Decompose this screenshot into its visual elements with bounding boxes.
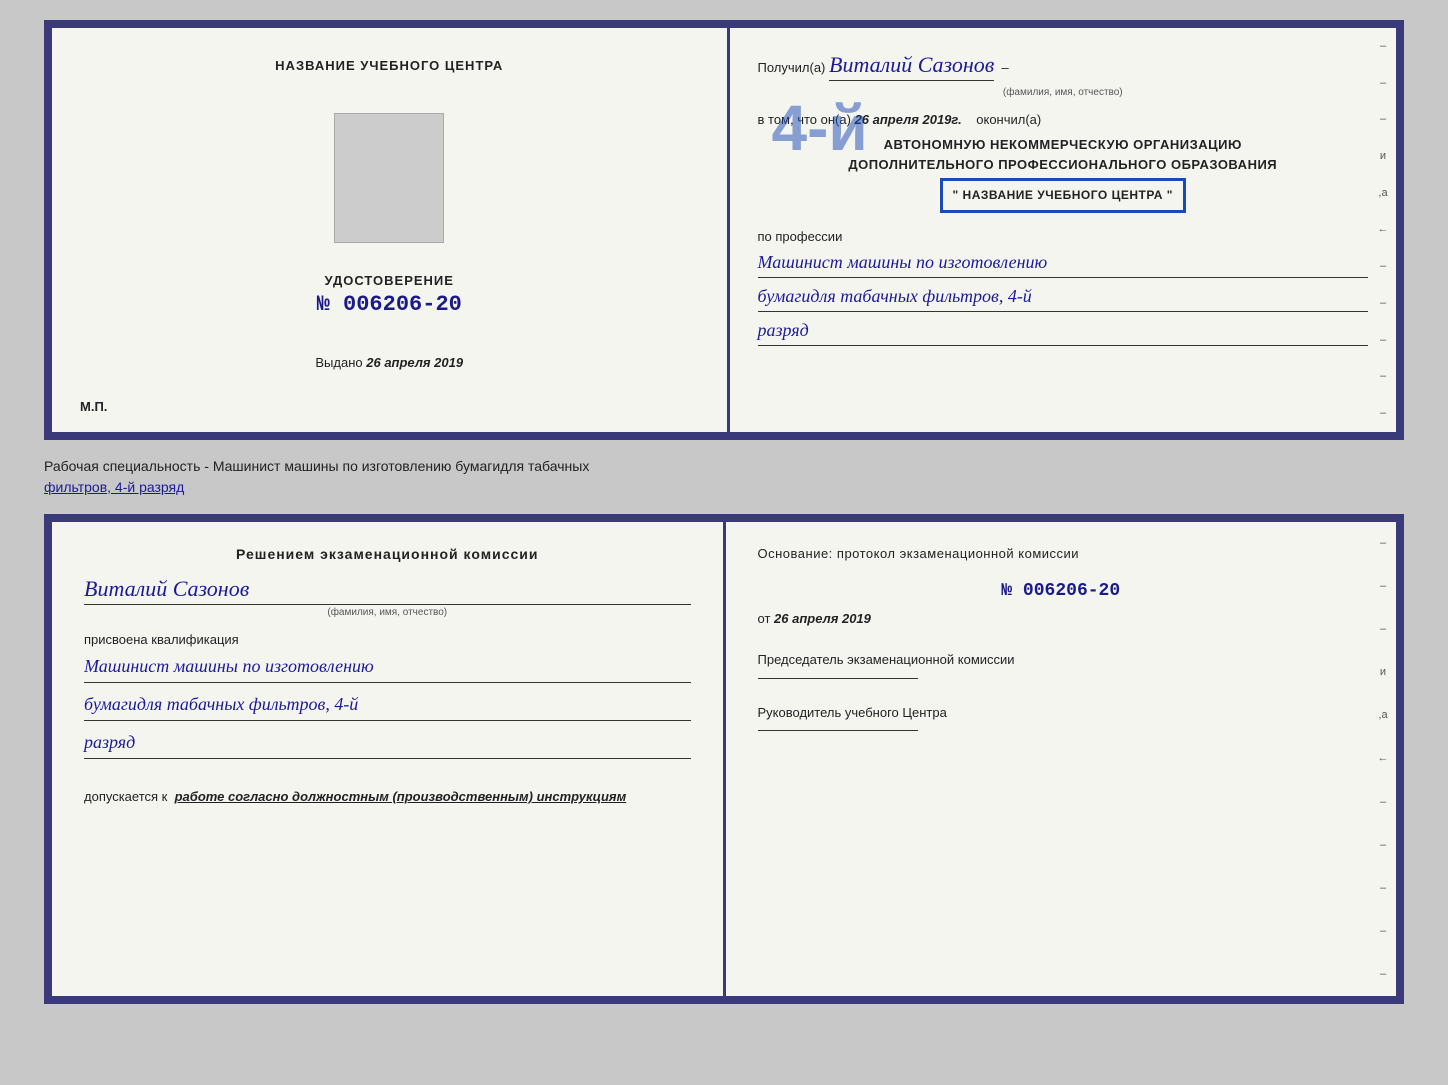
bottom-right-dashes: – – – и ,а ← – – – – – (1376, 522, 1390, 996)
vydano-prefix: Выдано (315, 355, 362, 370)
cert-top-left: НАЗВАНИЕ УЧЕБНОГО ЦЕНТРА УДОСТОВЕРЕНИЕ №… (52, 28, 727, 432)
poluchil-prefix: Получил(а) (758, 60, 826, 75)
vydano-date: 26 апреля 2019 (366, 355, 463, 370)
udost-label: УДОСТОВЕРЕНИЕ (325, 273, 454, 288)
dopusk-italic: работе согласно должностным (производств… (175, 789, 627, 804)
poluchil-line: Получил(а) Виталий Сазонов – (758, 52, 1369, 81)
udost-number: № 006206-20 (317, 292, 462, 317)
stamp-title: " НАЗВАНИЕ УЧЕБНОГО ЦЕНТРА " (953, 187, 1173, 204)
person-fio-hint: (фамилия, имя, отчество) (84, 607, 691, 618)
vydano-line: Выдано 26 апреля 2019 (315, 355, 463, 370)
profession-line1: Машинист машины по изготовлению (758, 250, 1369, 278)
prisvoena-label: присвоена квалификация (84, 632, 691, 647)
certificate-top: НАЗВАНИЕ УЧЕБНОГО ЦЕНТРА УДОСТОВЕРЕНИЕ №… (44, 20, 1404, 440)
cert-bottom-right: Основание: протокол экзаменационной коми… (726, 522, 1397, 996)
qual-line2: бумагидля табачных фильтров, 4-й (84, 691, 691, 721)
big-number-watermark: 4-й (772, 96, 868, 160)
po-professii: по профессии (758, 229, 1369, 244)
okonchil: окончил(а) (976, 112, 1041, 127)
stamp-box: " НАЗВАНИЕ УЧЕБНОГО ЦЕНТРА " (940, 178, 1186, 213)
resheniem-title: Решением экзаменационной комиссии (84, 546, 691, 562)
protocol-number: № 006206-20 (758, 581, 1365, 601)
photo-placeholder (334, 113, 444, 243)
between-underline: фильтров, 4-й разряд (44, 479, 184, 495)
dopusk-prefix: допускается к (84, 789, 167, 804)
cert-top-right: Получил(а) Виталий Сазонов – (фамилия, и… (730, 28, 1397, 432)
profession-line2: бумагидля табачных фильтров, 4-й (758, 284, 1369, 312)
profession-line3: разряд (758, 318, 1369, 346)
training-center-title: НАЗВАНИЕ УЧЕБНОГО ЦЕНТРА (275, 58, 503, 73)
certificate-bottom: Решением экзаменационной комиссии Витали… (44, 514, 1404, 1004)
osnovanie-text: Основание: протокол экзаменационной коми… (758, 546, 1365, 561)
mp-label: М.П. (80, 399, 107, 414)
predsedatel-text: Председатель экзаменационной комиссии (758, 652, 1015, 667)
poluchil-name: Виталий Сазонов (829, 52, 994, 81)
vtom-date: 26 апреля 2019г. (855, 112, 962, 127)
predsedatel-label: Председатель экзаменационной комиссии (758, 650, 1365, 679)
between-label: Рабочая специальность - Машинист машины … (44, 456, 1404, 498)
ot-date-val: 26 апреля 2019 (774, 611, 871, 626)
dopuskaetsya-line: допускается к работе согласно должностны… (84, 789, 691, 804)
predsedatel-signature-line (758, 678, 918, 679)
rukovoditel-text: Руководитель учебного Центра (758, 705, 947, 720)
ot-date-line: от 26 апреля 2019 (758, 611, 1365, 626)
between-prefix: Рабочая специальность - Машинист машины … (44, 458, 589, 474)
cert-bottom-left: Решением экзаменационной комиссии Витали… (52, 522, 723, 996)
rukovoditel-signature-line (758, 730, 918, 731)
rukovoditel-label: Руководитель учебного Центра (758, 703, 1365, 732)
ot-prefix: от (758, 611, 771, 626)
qual-line3: разряд (84, 729, 691, 759)
qual-line1: Машинист машины по изготовлению (84, 653, 691, 683)
right-dashes: – – – и ,а ← – – – – – (1376, 28, 1390, 432)
person-name-bottom: Виталий Сазонов (84, 576, 691, 605)
